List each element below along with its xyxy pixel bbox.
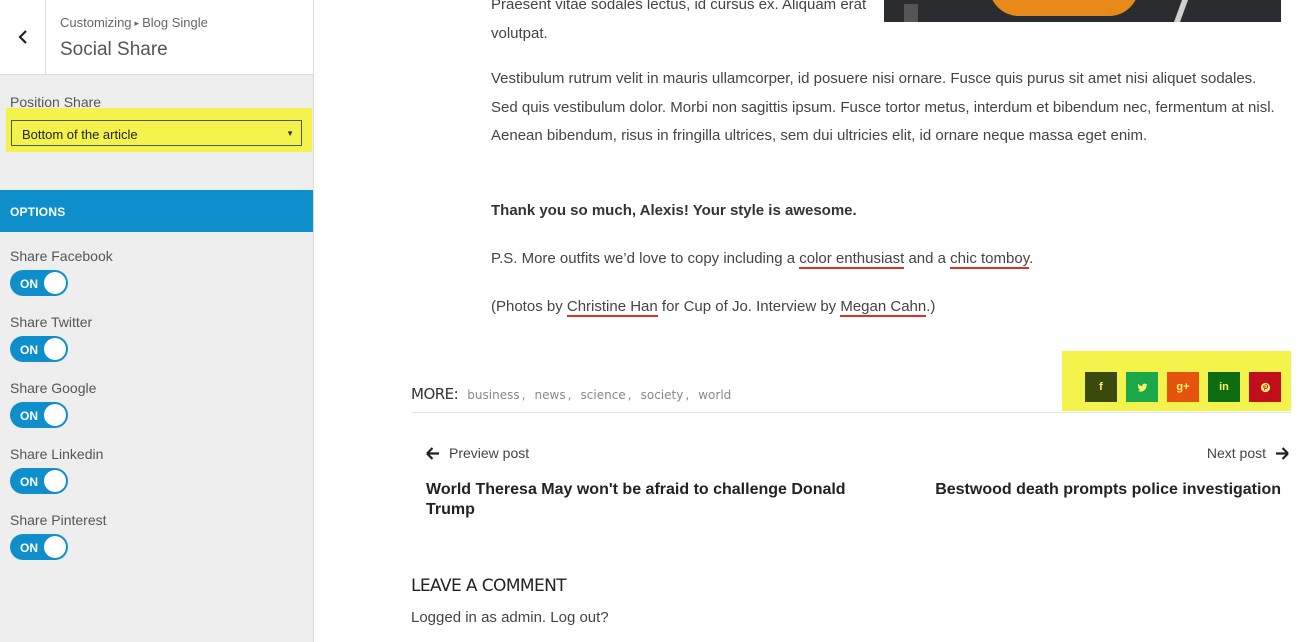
share-buttons-highlight: f g+ in [1062, 351, 1291, 411]
next-post-label: Next post [1206, 445, 1266, 461]
section-title: Social Share [60, 39, 168, 60]
text: P.S. More outfits we’d love to copy incl… [491, 250, 800, 267]
tag-link[interactable]: business [467, 388, 519, 402]
previous-post-link[interactable]: Preview post [426, 445, 529, 461]
option-share-twitter: Share Twitter ON [10, 314, 210, 362]
text: for Cup of Jo. Interview by [657, 298, 841, 315]
pinterest-icon[interactable] [1249, 372, 1281, 402]
breadcrumb-separator: ▸ [134, 18, 140, 28]
arrow-left-icon [426, 446, 439, 460]
toggle-state: ON [20, 409, 38, 423]
article-paragraph-credits: (Photos by Christine Han for Cup of Jo. … [491, 293, 935, 322]
tag-separator: , [521, 388, 526, 402]
next-post-link[interactable]: Next post [1207, 445, 1289, 461]
link-color-enthusiast[interactable]: color enthusiast [799, 250, 905, 269]
twitter-bird-icon [1136, 383, 1148, 392]
toggle-state: ON [20, 343, 38, 357]
option-label: Share Pinterest [10, 512, 107, 528]
option-label: Share Twitter [10, 314, 93, 330]
position-share-select[interactable]: Bottom of the article ▼ [11, 120, 302, 146]
option-share-pinterest: Share Pinterest ON [10, 512, 210, 560]
text: . [1029, 250, 1034, 267]
tag-link[interactable]: world [698, 388, 731, 402]
toggle-knob [44, 338, 66, 360]
text: (Photos by [491, 298, 567, 315]
breadcrumb-parent: Blog Single [142, 15, 208, 30]
dropdown-caret-icon: ▼ [286, 129, 294, 138]
more-label: MORE: [411, 385, 459, 403]
share-linkedin-toggle[interactable]: ON [10, 468, 68, 494]
breadcrumb: Customizing ▸ Blog Single [60, 15, 208, 30]
options-heading: OPTIONS [0, 190, 313, 232]
option-share-linkedin: Share Linkedin ON [10, 446, 210, 494]
toggle-state: ON [20, 277, 38, 291]
facebook-icon[interactable]: f [1085, 372, 1117, 402]
share-google-toggle[interactable]: ON [10, 402, 68, 428]
option-label: Share Facebook [10, 248, 113, 264]
tag-link[interactable]: science [581, 388, 626, 402]
customizer-sidebar: Customizing ▸ Blog Single Social Share Pos… [0, 0, 314, 642]
share-twitter-toggle[interactable]: ON [10, 336, 68, 362]
tag-link[interactable]: society [641, 388, 684, 402]
share-facebook-toggle[interactable]: ON [10, 270, 68, 296]
toggle-state: ON [20, 541, 38, 555]
article-paragraph-bold: Thank you so much, Alexis! Your style is… [491, 202, 857, 219]
arrow-right-icon [1276, 446, 1289, 460]
link-christine-han[interactable]: Christine Han [566, 298, 658, 317]
link-chic-tomboy[interactable]: chic tomboy [950, 250, 1030, 269]
option-label: Share Linkedin [10, 446, 104, 462]
leave-comment-heading: LEAVE A COMMENT [411, 576, 567, 596]
option-label: Share Google [10, 380, 97, 396]
toggle-state: ON [20, 475, 38, 489]
pinterest-p-icon [1260, 382, 1270, 392]
previous-post-label: Preview post [449, 445, 530, 461]
text: and a [904, 250, 951, 267]
chevron-left-icon [17, 30, 27, 44]
article-paragraph: Praesent vitae sodales lectus, id cursus… [491, 0, 867, 42]
link-megan-cahn[interactable]: Megan Cahn [840, 298, 927, 317]
customizer-header: Customizing ▸ Blog Single Social Share [0, 0, 313, 75]
google-plus-icon[interactable]: g+ [1167, 372, 1199, 402]
tag-separator: , [627, 388, 632, 402]
position-share-value: Bottom of the article [22, 127, 138, 142]
photo-detail [1173, 0, 1189, 22]
tag-separator: , [685, 388, 690, 402]
twitter-icon[interactable] [1126, 372, 1158, 402]
tag-separator: , [567, 388, 572, 402]
toggle-knob [44, 404, 66, 426]
article-photo [884, 0, 1281, 22]
text: .) [926, 298, 936, 315]
position-share-highlight: Bottom of the article ▼ [6, 108, 312, 152]
option-share-google: Share Google ON [10, 380, 210, 428]
share-pinterest-toggle[interactable]: ON [10, 534, 68, 560]
logged-in-text[interactable]: Logged in as admin. Log out? [411, 609, 609, 626]
option-share-facebook: Share Facebook ON [10, 248, 210, 296]
linkedin-icon[interactable]: in [1208, 372, 1240, 402]
article-paragraph-ps: P.S. More outfits we’d love to copy incl… [491, 245, 1033, 274]
toggle-knob [44, 536, 66, 558]
previous-post-title[interactable]: World Theresa May won't be afraid to cha… [426, 480, 846, 520]
photo-detail [989, 0, 1139, 16]
back-button[interactable] [0, 0, 46, 74]
divider [411, 412, 1291, 413]
more-tags: MORE: business, news, science, society, … [411, 384, 731, 403]
toggle-knob [44, 272, 66, 294]
article-paragraph: Vestibulum rutrum velit in mauris ullamc… [491, 70, 1275, 144]
next-post-title[interactable]: Bestwood death prompts police investigat… [935, 480, 1281, 500]
photo-detail [904, 4, 918, 22]
breadcrumb-root: Customizing [60, 15, 132, 30]
toggle-knob [44, 470, 66, 492]
tag-link[interactable]: news [535, 388, 566, 402]
